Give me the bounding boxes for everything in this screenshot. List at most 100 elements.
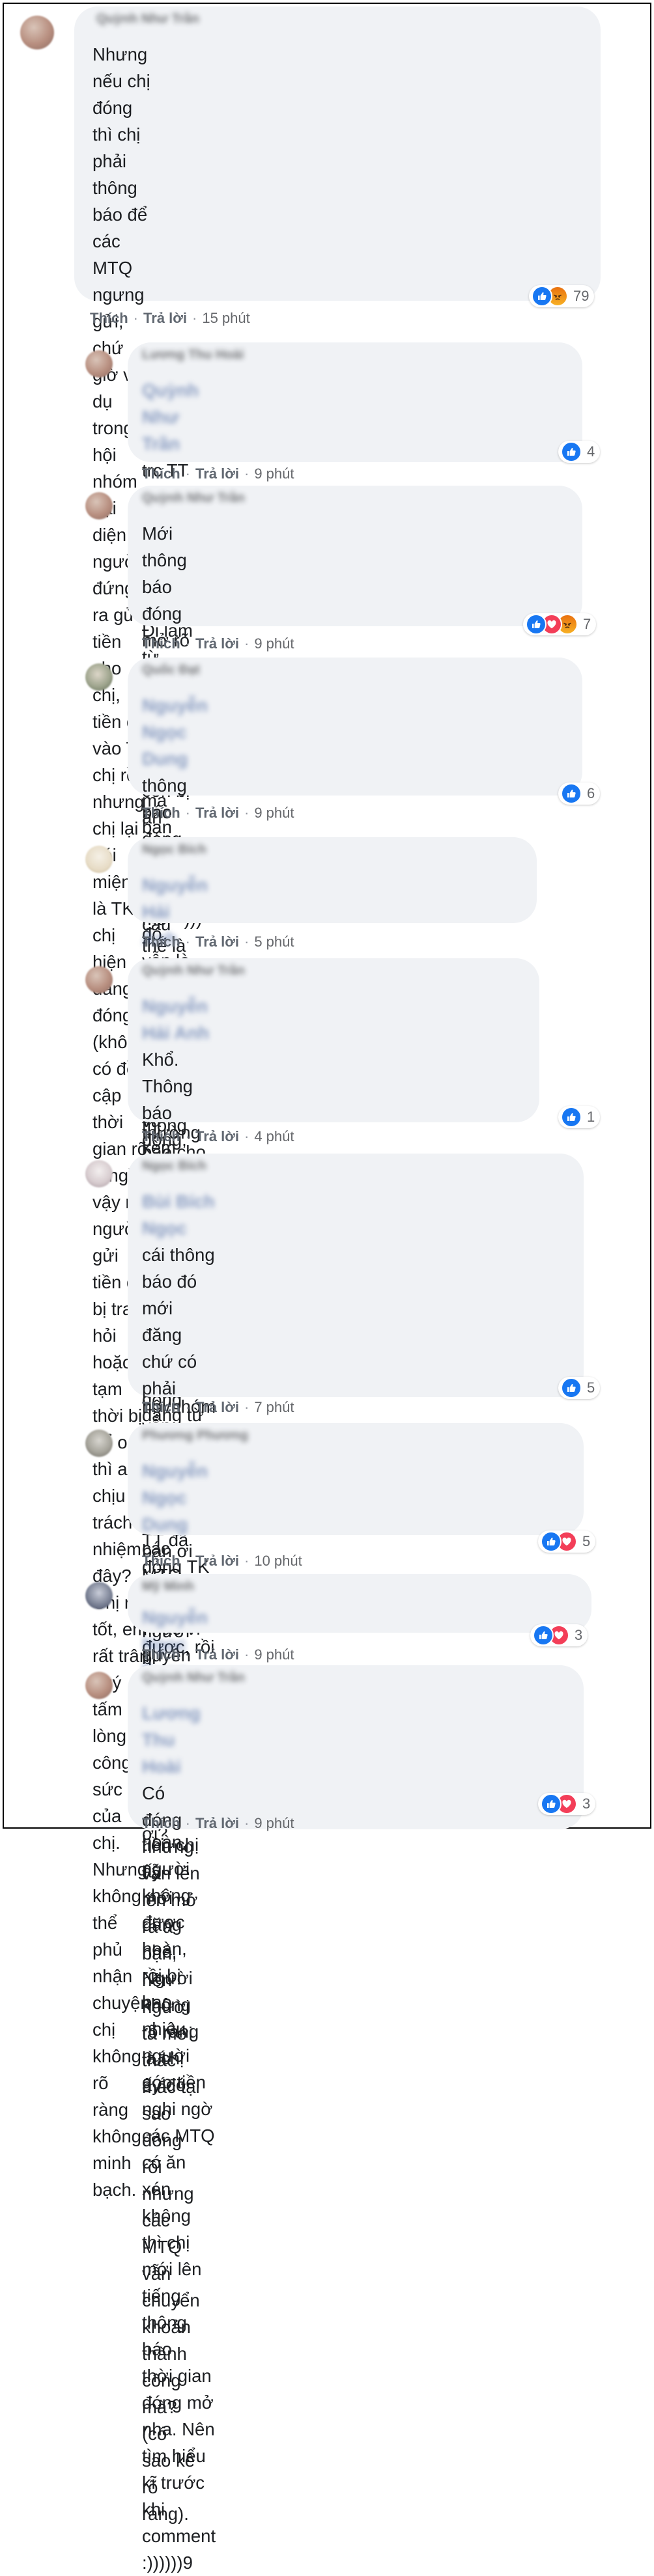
reaction-count: 79 [573,288,590,304]
reply-link[interactable]: Trả lời [195,1553,239,1569]
reaction-summary[interactable]: 1 [558,1106,601,1128]
comment-timestamp[interactable]: 5 phút [254,934,294,950]
comment-line: ra á bạn, nên người ta mới thắc mắc tại … [142,1917,205,2150]
comment-actions: Thích · Trả lời · 7 phút [142,1399,294,1416]
comment-actions: Thích · Trả lời · 9 phút [142,1646,294,1663]
comment-actions: Thích · Trả lời · 9 phút [142,805,294,822]
reaction-summary[interactable]: 4 [558,441,601,463]
reply-link[interactable]: Trả lời [143,310,187,326]
like-link[interactable]: Thích [142,1399,180,1415]
comment-actions: Thích · Trả lời · 9 phút [142,465,294,482]
comment-line: rồi nhưng các MTQ vẫn chuyển khoản thành… [142,2157,205,2390]
reaction-count: 5 [587,1379,595,1396]
separator: · [185,465,190,482]
like-link[interactable]: Thích [142,1128,180,1144]
mention-tag[interactable]: Nguyễn Ngọc Dung [142,1458,208,1538]
comment-timestamp[interactable]: 9 phút [254,1646,294,1663]
comment-bubble [128,486,582,626]
comment-first-line: Nguyễn Hải Anh Khổ. Thông báo đóng, nhưn… [142,993,216,1180]
avatar[interactable] [85,1672,113,1699]
reply-link[interactable]: Trả lời [195,805,239,821]
comment-timestamp[interactable]: 15 phút [202,310,249,326]
reply-link[interactable]: Trả lời [195,934,239,950]
like-link[interactable]: Thích [90,310,128,326]
avatar[interactable] [85,1430,113,1457]
comment-author[interactable]: Quỳnh Như Trần [142,1670,245,1685]
comment-line: comment :))))))9 [142,2526,221,2573]
comment-timestamp[interactable]: 9 phút [254,635,294,652]
comment-line: cái thông báo đó mới đăng chứ có [142,1245,220,1372]
mention-tag[interactable]: Lương Thu Hoài [142,1700,201,1780]
comment-timestamp[interactable]: 10 phút [254,1553,302,1569]
mention-tag[interactable]: Bùi Bích Ngọc [142,1188,216,1241]
comment-timestamp[interactable]: 7 phút [254,1399,294,1415]
reaction-summary[interactable]: 3 [530,1624,588,1646]
mention-tag[interactable]: Nguyễn Ngọc Dung [142,692,208,772]
like-link[interactable]: Thích [142,1815,180,1831]
comment-author[interactable]: Ngọc Bích [142,1159,206,1174]
comment-author[interactable]: Quỳnh Như Trần [142,491,245,506]
separator: · [244,1646,249,1663]
comment-author[interactable]: Ngọc Bích [142,842,206,857]
reply-link[interactable]: Trả lời [195,465,239,482]
separator: · [185,934,190,950]
like-reaction-icon [541,1794,562,1814]
reaction-summary[interactable]: 6 [558,782,601,805]
reply-link[interactable]: Trả lời [195,1815,239,1831]
comment-actions: Thích · Trả lời · 5 phút [142,934,294,950]
like-link[interactable]: Thích [142,635,180,652]
comment-author[interactable]: Phương Phương [142,1428,248,1443]
comment-bubble [74,7,601,301]
reply-link[interactable]: Trả lời [195,1128,239,1144]
comment-line [199,434,204,454]
separator: · [244,805,249,821]
reply-link[interactable]: Trả lời [195,1646,239,1663]
reaction-summary[interactable]: 5 [558,1377,601,1399]
comment-author[interactable]: Mỹ Minh [142,1579,194,1594]
reaction-summary[interactable]: 3 [538,1793,596,1815]
reply-link[interactable]: Trả lời [195,635,239,652]
comment-timestamp[interactable]: 9 phút [254,465,294,482]
separator: · [185,1128,190,1144]
reply-link[interactable]: Trả lời [195,1399,239,1415]
separator: · [185,635,190,652]
comment-actions: Thích · Trả lời · 10 phút [142,1553,302,1570]
separator: · [192,310,197,326]
like-link[interactable]: Thích [142,1646,180,1663]
separator: · [185,805,190,821]
comment-author[interactable]: Quỳnh Như Trần [96,12,199,27]
separator: · [244,1128,249,1144]
separator: · [244,1815,249,1831]
comment-timestamp[interactable]: 9 phút [254,805,294,821]
avatar[interactable] [85,1582,113,1609]
mention-tag[interactable]: Nguyễn Hải Anh [142,993,216,1046]
avatar[interactable] [85,966,113,993]
mention-tag[interactable]: Quỳnh Như Trần [142,377,199,457]
comment-author[interactable]: Quỳnh Như Trần [142,963,245,978]
comment-timestamp[interactable]: 4 phút [254,1128,294,1144]
comment-author[interactable]: Lương Thu Hoài [142,348,244,363]
separator: · [185,1399,190,1415]
like-reaction-icon [561,1378,582,1398]
reaction-summary[interactable]: 5 [538,1530,596,1553]
like-reaction-icon [533,1625,554,1646]
separator: · [244,1553,249,1569]
reaction-count: 3 [582,1795,591,1812]
avatar[interactable] [20,16,54,49]
comment-author[interactable]: Quốc Đạt [142,663,200,678]
like-link[interactable]: Thích [142,1553,180,1569]
avatar[interactable] [85,350,113,378]
reaction-summary[interactable]: 79 [529,285,595,307]
like-link[interactable]: Thích [142,465,180,482]
like-link[interactable]: Thích [142,934,180,950]
like-link[interactable]: Thích [142,805,180,821]
avatar[interactable] [85,846,113,873]
reaction-summary[interactable]: 7 [523,613,597,635]
avatar[interactable] [85,663,113,691]
avatar[interactable] [85,492,113,519]
reaction-count: 1 [587,1109,595,1125]
comment-timestamp[interactable]: 9 phút [254,1815,294,1831]
separator: · [133,310,138,326]
avatar[interactable] [85,1160,113,1187]
reaction-count: 5 [582,1533,591,1549]
